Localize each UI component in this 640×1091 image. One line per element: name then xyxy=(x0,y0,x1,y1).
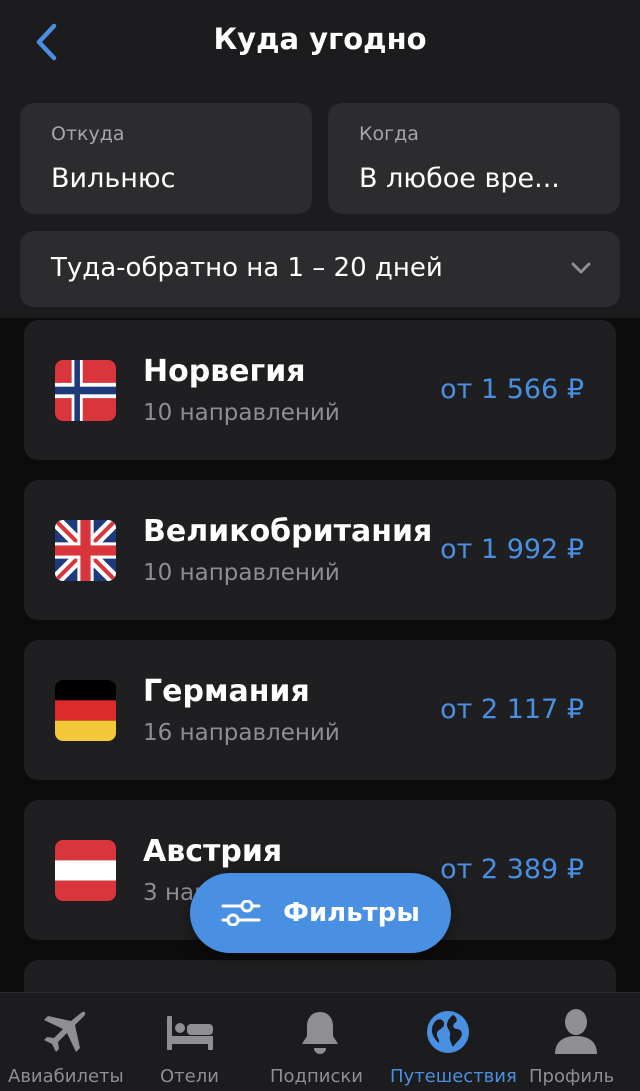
tab-label: Отели xyxy=(160,1066,219,1087)
tab-profile[interactable]: Профиль xyxy=(512,993,640,1091)
germany-flag xyxy=(55,680,116,741)
bell-icon xyxy=(295,1007,345,1057)
tab-label: Путешествия xyxy=(390,1066,517,1087)
header: Куда угодно Откуда Вильнюс Когда В любое… xyxy=(0,0,640,318)
country-name: Великобритания xyxy=(143,514,433,549)
austria-flag xyxy=(55,840,116,901)
country-name: Австрия xyxy=(143,834,283,869)
from-value: Вильнюс xyxy=(51,163,176,194)
tab-trips[interactable]: Путешествия xyxy=(384,993,517,1091)
uk-flag xyxy=(55,520,116,581)
tab-flights[interactable]: Авиабилеты xyxy=(0,993,128,1091)
price: от 2 389 ₽ xyxy=(440,854,584,885)
tab-label: Подписки xyxy=(270,1066,363,1087)
airplane-icon xyxy=(39,1007,89,1057)
from-field[interactable]: Откуда Вильнюс xyxy=(20,103,312,214)
when-value: В любое вре... xyxy=(359,163,560,194)
destinations-count: 10 направлений xyxy=(143,400,340,426)
bed-icon xyxy=(165,1007,215,1057)
country-name: Германия xyxy=(143,674,310,709)
filters-label: Фильтры xyxy=(283,898,420,928)
tab-bar: Авиабилеты Отели Подписки Путешествия Пр… xyxy=(0,992,640,1091)
destinations-count: 16 направлений xyxy=(143,720,340,746)
price: от 1 992 ₽ xyxy=(440,534,584,565)
when-field[interactable]: Когда В любое вре... xyxy=(328,103,620,214)
destinations-count: 10 направлений xyxy=(143,560,340,586)
tab-label: Профиль xyxy=(529,1066,615,1087)
trip-type-select[interactable]: Туда-обратно на 1 – 20 дней xyxy=(20,231,620,307)
chevron-down-icon xyxy=(571,262,591,274)
person-icon xyxy=(551,1007,601,1057)
when-label: Когда xyxy=(359,123,419,145)
country-name: Норвегия xyxy=(143,354,306,389)
page-title: Куда угодно xyxy=(213,22,427,56)
filters-button[interactable]: Фильтры xyxy=(190,873,451,953)
tab-subscriptions[interactable]: Подписки xyxy=(256,993,384,1091)
sliders-icon xyxy=(221,900,261,926)
norway-flag xyxy=(55,360,116,421)
tab-hotels[interactable]: Отели xyxy=(128,993,256,1091)
destination-card-germany[interactable]: Германия 16 направлений от 2 117 ₽ xyxy=(24,640,616,780)
trip-type-value: Туда-обратно на 1 – 20 дней xyxy=(51,253,443,283)
tab-label: Авиабилеты xyxy=(8,1066,124,1087)
globe-icon xyxy=(423,1007,473,1057)
destination-card-norway[interactable]: Норвегия 10 направлений от 1 566 ₽ xyxy=(24,320,616,460)
destination-card-uk[interactable]: Великобритания 10 направлений от 1 992 ₽ xyxy=(24,480,616,620)
from-label: Откуда xyxy=(51,123,125,145)
price: от 2 117 ₽ xyxy=(440,694,584,725)
price: от 1 566 ₽ xyxy=(440,374,584,405)
